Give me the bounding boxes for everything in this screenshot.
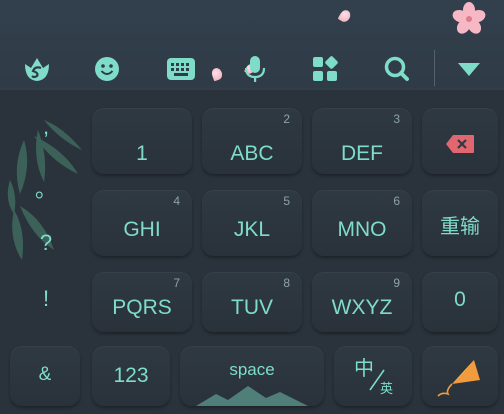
symbol-period-key[interactable]: 。 [14, 172, 78, 204]
key-ghi[interactable]: 4 GHI [92, 190, 192, 256]
ime-logo-icon[interactable] [20, 52, 54, 86]
key-123[interactable]: 123 [92, 346, 170, 406]
space-key[interactable]: space [180, 346, 324, 406]
key-digit: 8 [283, 276, 290, 290]
key-ampersand[interactable]: & [10, 346, 80, 406]
key-zero[interactable]: 0 [422, 272, 498, 332]
toolbar-divider [434, 50, 435, 86]
search-icon[interactable] [380, 52, 414, 86]
lang-bottom-label: 英 [380, 382, 394, 397]
key-label: MNO [337, 218, 387, 241]
key-pqrs[interactable]: 7 PQRS [92, 272, 192, 332]
language-switch-key[interactable]: 中 英 [334, 346, 412, 406]
key-digit: 3 [393, 112, 400, 126]
key-label: 1 [136, 142, 148, 165]
microphone-icon[interactable] [238, 52, 272, 86]
backspace-icon [446, 135, 474, 153]
key-digit: 5 [283, 194, 290, 208]
key-label: 重输 [440, 216, 480, 238]
delete-key[interactable] [422, 108, 498, 174]
key-digit: 7 [173, 276, 180, 290]
enter-key[interactable] [422, 346, 498, 406]
emoji-icon[interactable] [90, 52, 124, 86]
key-digit: 4 [173, 194, 180, 208]
key-abc[interactable]: 2 ABC [202, 108, 302, 174]
symbol-question-key[interactable]: ? [14, 230, 78, 256]
key-label: GHI [123, 218, 161, 241]
keyboard-icon[interactable] [164, 52, 198, 86]
key-label: space [229, 360, 275, 379]
key-label: & [38, 364, 52, 385]
key-label: 123 [113, 364, 149, 387]
key-label: ABC [230, 142, 274, 165]
key-jkl[interactable]: 5 JKL [202, 190, 302, 256]
key-label: DEF [341, 142, 383, 165]
key-label: JKL [233, 218, 271, 241]
key-label: TUV [231, 296, 273, 319]
key-digit: 6 [393, 194, 400, 208]
kite-icon [437, 360, 480, 397]
key-tuv[interactable]: 8 TUV [202, 272, 302, 332]
key-1[interactable]: 1 [92, 108, 192, 174]
symbol-comma-key[interactable]: , [14, 114, 78, 140]
sakura-flower-icon [452, 2, 486, 34]
key-digit: 9 [393, 276, 400, 290]
key-mno[interactable]: 6 MNO [312, 190, 412, 256]
collapse-triangle-icon[interactable] [452, 52, 486, 86]
key-label: PQRS [112, 296, 172, 319]
key-label: 0 [454, 288, 466, 311]
symbol-column: , 。 ? ! [14, 96, 78, 332]
key-label: WXYZ [331, 296, 393, 319]
mountain-decoration [196, 386, 308, 406]
key-digit: 2 [283, 112, 290, 126]
reinput-key[interactable]: 重输 [422, 190, 498, 256]
apps-icon[interactable] [308, 52, 342, 86]
key-wxyz[interactable]: 9 WXYZ [312, 272, 412, 332]
key-def[interactable]: 3 DEF [312, 108, 412, 174]
symbol-exclamation-key[interactable]: ! [14, 286, 78, 312]
